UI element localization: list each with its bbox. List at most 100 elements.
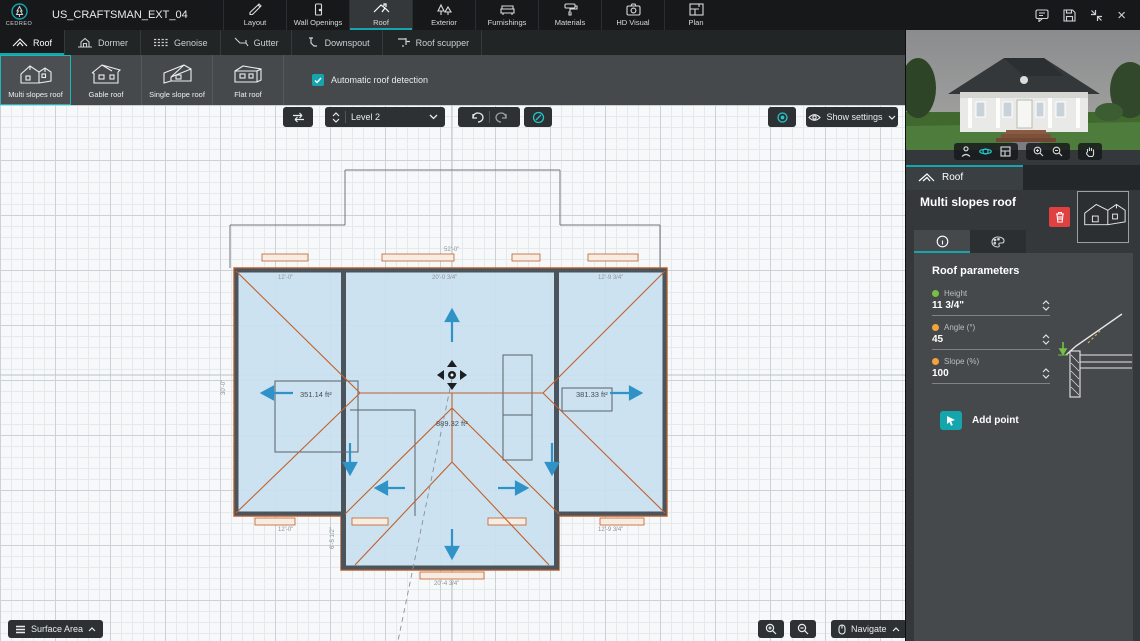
roof-thumbnail[interactable]	[1077, 191, 1129, 243]
green-dot-icon	[932, 290, 939, 297]
logo-icon	[10, 3, 28, 20]
mouse-icon	[838, 623, 846, 635]
height-field[interactable]: Height 11 3/4"	[932, 289, 1050, 316]
dim-bottom-right: 12'-9 3/4"	[598, 527, 623, 533]
swap-arrows-icon	[292, 112, 305, 123]
level-selector[interactable]: Level 2	[325, 107, 445, 127]
height-stepper[interactable]	[1042, 300, 1050, 311]
tab-exterior[interactable]: Exterior	[412, 0, 475, 30]
orbit-view-icon[interactable]	[979, 146, 992, 157]
3d-preview[interactable]	[906, 30, 1140, 150]
ribbon-tab-roof[interactable]: Roof	[0, 30, 66, 55]
dim-ext-bottom: 20'-4 3/4"	[434, 581, 459, 587]
preview-zoom-in-button[interactable]	[1033, 146, 1044, 157]
surface-area-button[interactable]: Surface Area	[8, 620, 104, 638]
area-label-right: 381.33 ft²	[576, 390, 608, 399]
level-stepper[interactable]	[332, 111, 340, 123]
add-point-button[interactable]: Add point	[940, 411, 1019, 430]
cedreo-logo[interactable]: CEDREO	[0, 0, 38, 30]
gable-roof-icon	[88, 61, 124, 87]
ribbon-tab-roof-scupper[interactable]: Roof scupper	[383, 30, 483, 55]
dim-ext-left: 6'-5 1/2"	[330, 527, 336, 549]
ribbon-tab-genoise[interactable]: Genoise	[141, 30, 221, 55]
comment-button[interactable]	[1035, 8, 1049, 22]
chevron-down-icon	[888, 115, 896, 120]
divider	[345, 111, 346, 123]
slope-value[interactable]: 100	[932, 368, 949, 379]
tab-layout[interactable]: Layout	[223, 0, 286, 30]
dim-bottom-left: 12'-0"	[278, 527, 293, 533]
divider	[488, 111, 490, 123]
selected-tool-title: Multi slopes roof	[920, 195, 1016, 209]
roof-icon	[373, 3, 390, 16]
plan-view-icon[interactable]	[1000, 146, 1011, 157]
preview-zoom-out-button[interactable]	[1052, 146, 1063, 157]
switch-view-button[interactable]	[283, 107, 313, 127]
dim-top: 52'-0"	[444, 247, 459, 253]
canvas-zoom-out-button[interactable]	[790, 620, 816, 638]
palette-icon	[991, 235, 1005, 248]
angle-field[interactable]: Angle (°) 45	[932, 323, 1050, 350]
dim-panel-right: 12'-9 3/4"	[598, 275, 623, 281]
panel-tab-roof[interactable]: Roof	[906, 165, 1023, 190]
tab-roof[interactable]: Roof	[349, 0, 412, 30]
subtab-info[interactable]	[914, 230, 970, 253]
trees-icon	[436, 3, 452, 16]
tool-multi-slopes-roof[interactable]: Multi slopes roof	[0, 55, 71, 105]
main-tabs: Layout Wall Openings Roof Exterior Furni…	[223, 0, 727, 30]
plan-canvas[interactable]: 351.14 ft² 889.32 ft² 381.33 ft² 52'-0" …	[0, 105, 907, 641]
panel-subtabs	[914, 230, 1026, 253]
delete-roof-button[interactable]	[1049, 207, 1070, 227]
undo-button[interactable]	[471, 111, 484, 123]
top-nav: CEDREO US_CRAFTSMAN_EXT_04 Layout Wall O…	[0, 0, 1140, 30]
pencil-icon	[248, 3, 263, 16]
checkbox-checked-icon[interactable]	[312, 74, 324, 86]
single-slope-roof-icon	[159, 61, 195, 87]
angle-value[interactable]: 45	[932, 334, 943, 345]
dim-left-side: 30'-0"	[221, 380, 227, 395]
angle-stepper[interactable]	[1042, 334, 1050, 345]
tab-materials[interactable]: Materials	[538, 0, 601, 30]
tool-gable-roof[interactable]: Gable roof	[71, 55, 142, 105]
dormer-icon	[77, 37, 93, 48]
ribbon-tab-gutter[interactable]: Gutter	[221, 30, 292, 55]
ribbon-tab-downspout[interactable]: Downspout	[292, 30, 383, 55]
collapse-icon[interactable]	[1090, 9, 1103, 22]
pan-hand-icon[interactable]	[1085, 146, 1095, 157]
dim-panel-left: 12'-0"	[278, 275, 293, 281]
roof-parameters-card: Roof parameters Height 11 3/4" Angle (°)…	[914, 253, 1133, 641]
ribbon-tab-dormer[interactable]: Dormer	[65, 30, 142, 55]
area-label-center: 889.32 ft²	[436, 419, 468, 428]
tab-furnishings[interactable]: Furnishings	[475, 0, 538, 30]
walkthrough-icon[interactable]	[961, 146, 971, 157]
info-icon	[936, 235, 949, 248]
caret-up-icon	[892, 626, 900, 632]
tab-plan[interactable]: Plan	[664, 0, 727, 30]
height-value[interactable]: 11 3/4"	[932, 300, 964, 311]
navigate-button[interactable]: Navigate	[831, 620, 907, 638]
roof-tools: Multi slopes roof Gable roof Single slop…	[0, 55, 905, 105]
target-icon	[776, 111, 789, 124]
close-button[interactable]: ×	[1117, 8, 1126, 23]
auto-roof-detection[interactable]: Automatic roof detection	[312, 55, 428, 105]
canvas-zoom-in-button[interactable]	[758, 620, 784, 638]
tab-hd-visual[interactable]: HD Visual	[601, 0, 664, 30]
slope-field[interactable]: Slope (%) 100	[932, 357, 1050, 384]
logo-text: CEDREO	[5, 21, 33, 27]
roof-shape-icon	[918, 172, 935, 183]
list-icon	[15, 625, 26, 634]
tool-flat-roof[interactable]: Flat roof	[213, 55, 284, 105]
tab-wall-openings[interactable]: Wall Openings	[286, 0, 349, 30]
redo-button[interactable]	[494, 111, 508, 123]
subtab-materials[interactable]	[970, 230, 1026, 253]
save-button[interactable]	[1063, 8, 1076, 22]
show-settings-button[interactable]: Show settings	[806, 107, 898, 127]
slope-stepper[interactable]	[1042, 368, 1050, 379]
recenter-button[interactable]	[768, 107, 796, 127]
tool-single-slope-roof[interactable]: Single slope roof	[142, 55, 213, 105]
area-label-left: 351.14 ft²	[300, 390, 332, 399]
orange-dot-icon	[932, 358, 939, 365]
tool-toggle-button[interactable]	[524, 107, 552, 127]
flat-roof-icon	[230, 61, 266, 87]
downspout-icon	[304, 37, 320, 48]
